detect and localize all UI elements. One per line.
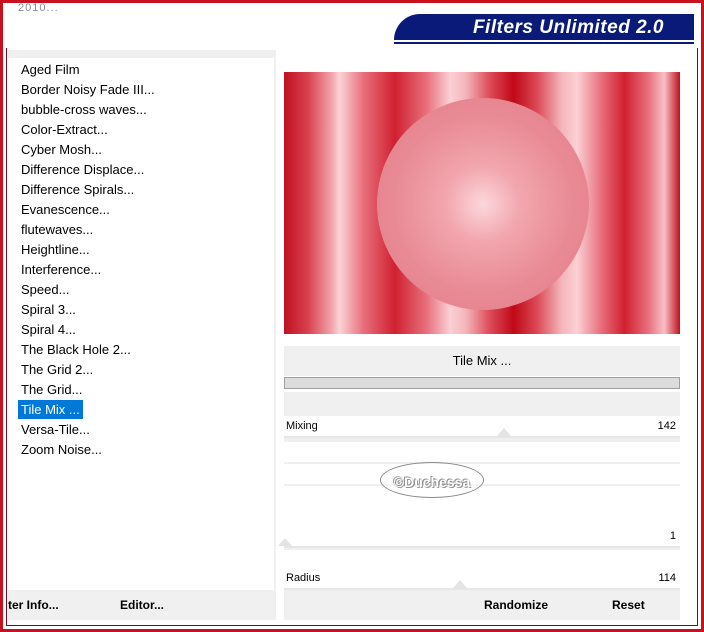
editor-button[interactable]: Editor... bbox=[120, 590, 164, 620]
filter-list-item[interactable]: Spiral 4... bbox=[18, 320, 79, 339]
mixing-value: 142 bbox=[657, 420, 676, 432]
filter-list-item[interactable]: Interference... bbox=[18, 260, 104, 279]
filter-list-item[interactable]: Zoom Noise... bbox=[18, 440, 105, 459]
app-banner: Filters Unlimited 2.0 bbox=[394, 14, 694, 42]
filter-list-item[interactable]: Aged Film bbox=[18, 60, 83, 79]
filter-list-item[interactable]: Versa-Tile... bbox=[18, 420, 93, 439]
mixing-label: Mixing bbox=[286, 420, 318, 432]
right-panel: Tile Mix ... Mixing 142 1 Radius 114 ©Du… bbox=[276, 50, 688, 620]
mixing-slider[interactable]: Mixing 142 bbox=[284, 416, 680, 438]
randomize-button[interactable]: Randomize bbox=[484, 590, 548, 620]
current-filter-name: Tile Mix ... bbox=[284, 346, 680, 376]
reset-button[interactable]: Reset bbox=[612, 590, 645, 620]
empty-slider-row-1 bbox=[284, 442, 680, 462]
filter-list-item[interactable]: flutewaves... bbox=[18, 220, 96, 239]
preview-sphere bbox=[377, 98, 589, 310]
filter-preview bbox=[284, 72, 680, 334]
parameter-slider[interactable]: 1 bbox=[278, 526, 680, 548]
app-banner-title: Filters Unlimited 2.0 bbox=[472, 17, 664, 38]
separator-bar bbox=[284, 377, 680, 389]
filter-list-item[interactable]: The Grid 2... bbox=[18, 360, 96, 379]
watermark-text: ©Duchessa bbox=[393, 474, 471, 490]
radius-thumb[interactable] bbox=[453, 580, 467, 588]
parameter-track[interactable] bbox=[278, 538, 680, 548]
filter-list-item[interactable]: The Grid... bbox=[18, 380, 85, 399]
left-footer: ter Info... Editor... bbox=[8, 590, 274, 620]
window-title-fragment: 2010... bbox=[18, 2, 59, 14]
title-bar: 2010... Filters Unlimited 2.0 bbox=[4, 2, 698, 48]
mixing-thumb[interactable] bbox=[497, 428, 511, 436]
filter-list[interactable]: Aged Film Border Noisy Fade III... bubble-… bbox=[8, 58, 274, 590]
duchessa-watermark: ©Duchessa bbox=[380, 462, 484, 498]
radius-value: 114 bbox=[658, 572, 676, 584]
parameter-value: 1 bbox=[669, 530, 676, 542]
radius-label: Radius bbox=[286, 572, 321, 584]
filter-list-item[interactable]: Color-Extract... bbox=[18, 120, 111, 139]
filter-list-item[interactable]: Difference Displace... bbox=[18, 160, 147, 179]
dialog-content: Aged Film Border Noisy Fade III... bubble-… bbox=[8, 50, 688, 620]
empty-slider-row-5 bbox=[284, 550, 680, 570]
parameter-thumb[interactable] bbox=[278, 538, 292, 546]
filter-list-item[interactable]: The Black Hole 2... bbox=[18, 340, 134, 359]
filter-list-item[interactable]: bubble-cross waves... bbox=[18, 100, 150, 119]
filter-list-item[interactable]: Evanescence... bbox=[18, 200, 113, 219]
filter-list-item[interactable]: Difference Spirals... bbox=[18, 180, 137, 199]
filter-list-item[interactable]: Heightline... bbox=[18, 240, 93, 259]
filter-info-button[interactable]: ter Info... bbox=[8, 590, 59, 620]
filter-list-item[interactable]: Speed... bbox=[18, 280, 72, 299]
filter-list-item[interactable]: Tile Mix ... bbox=[18, 400, 83, 419]
right-footer: Randomize Reset bbox=[284, 590, 680, 620]
filter-list-item[interactable]: Cyber Mosh... bbox=[18, 140, 105, 159]
filter-list-item[interactable]: Spiral 3... bbox=[18, 300, 79, 319]
radius-slider[interactable]: Radius 114 bbox=[284, 568, 680, 590]
empty-slider-row-4 bbox=[284, 506, 680, 526]
mixing-track[interactable] bbox=[284, 428, 680, 438]
filter-list-item[interactable]: Border Noisy Fade III... bbox=[18, 80, 158, 99]
